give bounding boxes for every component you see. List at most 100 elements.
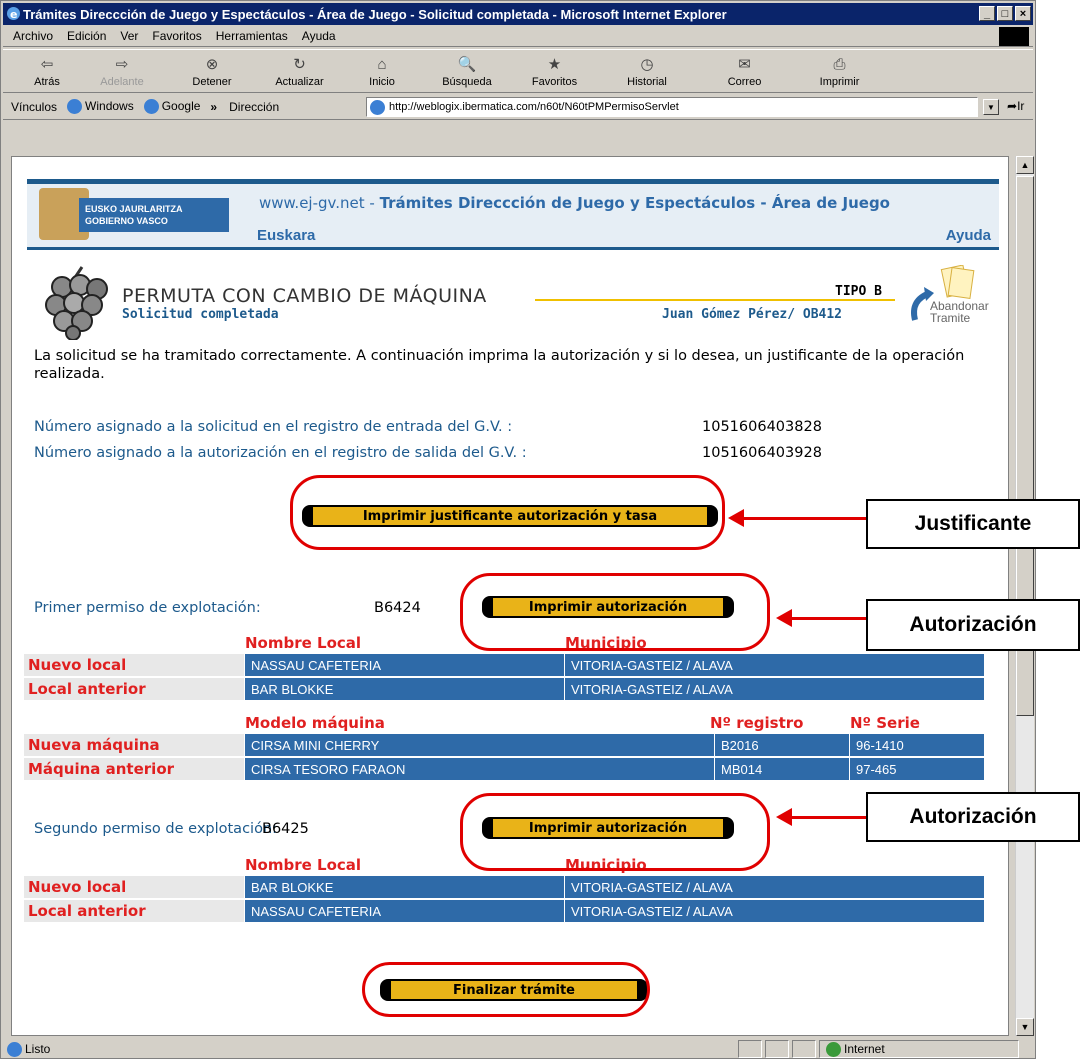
success-message: La solicitud se ha tramitado correctamen… [34, 348, 965, 382]
address-url: http://weblogix.ibermatica.com/n60t/N60t… [389, 101, 679, 113]
header-bottom-line [27, 247, 999, 250]
home-icon: ⌂ [377, 56, 387, 73]
vertical-scrollbar[interactable]: ▲ ▼ [1015, 156, 1034, 1036]
back-arrow-icon: ⇦ [40, 56, 54, 73]
print-icon: ⎙ [833, 56, 846, 73]
row-maquina-anterior: Máquina anterior [24, 758, 244, 780]
abandon-label-2: Tramite [930, 311, 971, 325]
links-label: Vínculos [11, 99, 58, 114]
forward-arrow-icon: ⇨ [115, 56, 129, 73]
callout-autorizacion-1: Autorización [866, 599, 1080, 651]
menu-ayuda[interactable]: Ayuda [302, 29, 336, 43]
menu-ver[interactable]: Ver [120, 29, 138, 43]
permit1-label: Primer permiso de explotación: [34, 600, 261, 616]
title-bar: e Trámites Direccción de Juego y Espectá… [3, 3, 1033, 25]
favorites-button[interactable]: ★ Favoritos [512, 50, 597, 92]
permit1-value: B6424 [374, 600, 421, 616]
col-nombre-local: Nombre Local [245, 634, 362, 652]
annotation-oval-autorizacion-1 [460, 573, 770, 651]
history-button[interactable]: ◷ Historial [597, 50, 697, 92]
col-n-serie: Nº Serie [850, 714, 920, 732]
windows-logo-icon [999, 27, 1029, 46]
search-icon: 🔍 [457, 56, 477, 73]
grapes-icon [45, 266, 108, 340]
table-cell: B2016 [714, 734, 849, 756]
euskara-link[interactable]: Euskara [257, 227, 315, 244]
entry-registry-label: Número asignado a la solicitud en el reg… [34, 419, 513, 435]
window-title: Trámites Direccción de Juego y Espectácu… [23, 6, 727, 22]
site-header: EUSKO JAURLARITZA GOBIERNO VASCO www.ej-… [27, 184, 999, 247]
table-cell: 97-465 [849, 758, 984, 780]
toolbar: ⇦ Atrás ⇨ Adelante ⊗ Detener ↻ Actualizar ⌂ I… [3, 49, 1033, 93]
table-cell: VITORIA-GASTEIZ / ALAVA [564, 678, 984, 700]
row-local-anterior: Local anterior [24, 900, 244, 922]
row-local-anterior: Local anterior [24, 678, 244, 700]
svg-text:e: e [10, 8, 17, 21]
status-text: Listo [25, 1042, 51, 1056]
menu-edicion[interactable]: Edición [67, 29, 106, 43]
tipo-label: TIPO B [835, 284, 882, 299]
ie-logo-icon: e [7, 7, 20, 21]
menu-archivo[interactable]: Archivo [13, 29, 53, 43]
refresh-button[interactable]: ↻ Actualizar [257, 50, 342, 92]
entry-registry-value: 1051606403828 [702, 419, 822, 435]
mail-icon: ✉ [738, 56, 751, 73]
maximize-button[interactable]: □ [997, 6, 1013, 21]
address-input[interactable]: http://weblogix.ibermatica.com/n60t/N60t… [366, 97, 978, 117]
annotation-arrow [788, 617, 866, 620]
mail-button[interactable]: ✉ Correo [697, 50, 792, 92]
address-label: Dirección [229, 99, 280, 114]
annotation-oval-finalizar [362, 962, 650, 1017]
link-google[interactable]: Google [143, 99, 200, 115]
home-button[interactable]: ⌂ Inicio [342, 50, 422, 92]
col-n-registro: Nº registro [710, 714, 804, 732]
address-bar: Vínculos Windows Google » Dirección http… [3, 94, 1033, 120]
address-dropdown-icon[interactable]: ▼ [983, 99, 999, 115]
menu-favoritos[interactable]: Favoritos [152, 29, 201, 43]
status-bar: Listo Internet [3, 1039, 1033, 1059]
ie-page-icon [7, 1041, 22, 1057]
procedure-title: PERMUTA CON CAMBIO DE MÁQUINA [122, 285, 487, 307]
ie-page-icon [67, 99, 83, 115]
help-link[interactable]: Ayuda [946, 227, 991, 244]
exit-registry-label: Número asignado a la autorización en el … [34, 445, 527, 461]
annotation-arrow [788, 816, 866, 819]
table-cell: CIRSA TESORO FARAON [244, 758, 714, 780]
callout-autorizacion-2: Autorización [866, 792, 1080, 842]
permit2-value: B6425 [262, 821, 309, 837]
exit-registry-value: 1051606403928 [702, 445, 822, 461]
scroll-down-icon[interactable]: ▼ [1016, 1018, 1034, 1036]
user-label: Juan Gómez Pérez/ OB412 [662, 307, 843, 322]
callout-justificante: Justificante [866, 499, 1080, 549]
history-icon: ◷ [640, 56, 654, 73]
stop-button[interactable]: ⊗ Detener [167, 50, 257, 92]
back-button[interactable]: ⇦ Atrás [17, 50, 77, 92]
table-cell: VITORIA-GASTEIZ / ALAVA [564, 654, 984, 676]
close-button[interactable]: × [1015, 6, 1031, 21]
go-button[interactable]: ➦Ir [1007, 99, 1024, 113]
search-button[interactable]: 🔍 Búsqueda [422, 50, 512, 92]
menu-herramientas[interactable]: Herramientas [216, 29, 288, 43]
annotation-oval-autorizacion-2 [460, 793, 770, 871]
row-nuevo-local: Nuevo local [24, 654, 244, 676]
annotation-oval-justificante [290, 475, 725, 550]
table-cell: BAR BLOKKE [244, 678, 564, 700]
menu-bar: Archivo Edición Ver Favoritos Herramient… [3, 26, 1033, 47]
logo-line-2: GOBIERNO VASCO [85, 216, 168, 226]
row-nuevo-local: Nuevo local [24, 876, 244, 898]
forward-button[interactable]: ⇨ Adelante [77, 50, 167, 92]
link-windows[interactable]: Windows [67, 99, 134, 115]
print-button[interactable]: ⎙ Imprimir [792, 50, 887, 92]
ie-page-icon [370, 100, 385, 115]
site-url[interactable]: www.ej-gv.net - [259, 194, 380, 212]
abandon-tramite-button[interactable]: Abandonar Tramite [900, 265, 1000, 327]
table-cell: 96-1410 [849, 734, 984, 756]
title-underline [535, 299, 895, 301]
globe-icon [826, 1041, 841, 1057]
row-nueva-maquina: Nueva máquina [24, 734, 244, 756]
minimize-button[interactable]: _ [979, 6, 995, 21]
refresh-icon: ↻ [293, 56, 306, 73]
procedure-subtitle: Solicitud completada [122, 307, 279, 322]
links-more-icon[interactable]: » [210, 100, 217, 114]
scroll-up-icon[interactable]: ▲ [1016, 156, 1034, 174]
